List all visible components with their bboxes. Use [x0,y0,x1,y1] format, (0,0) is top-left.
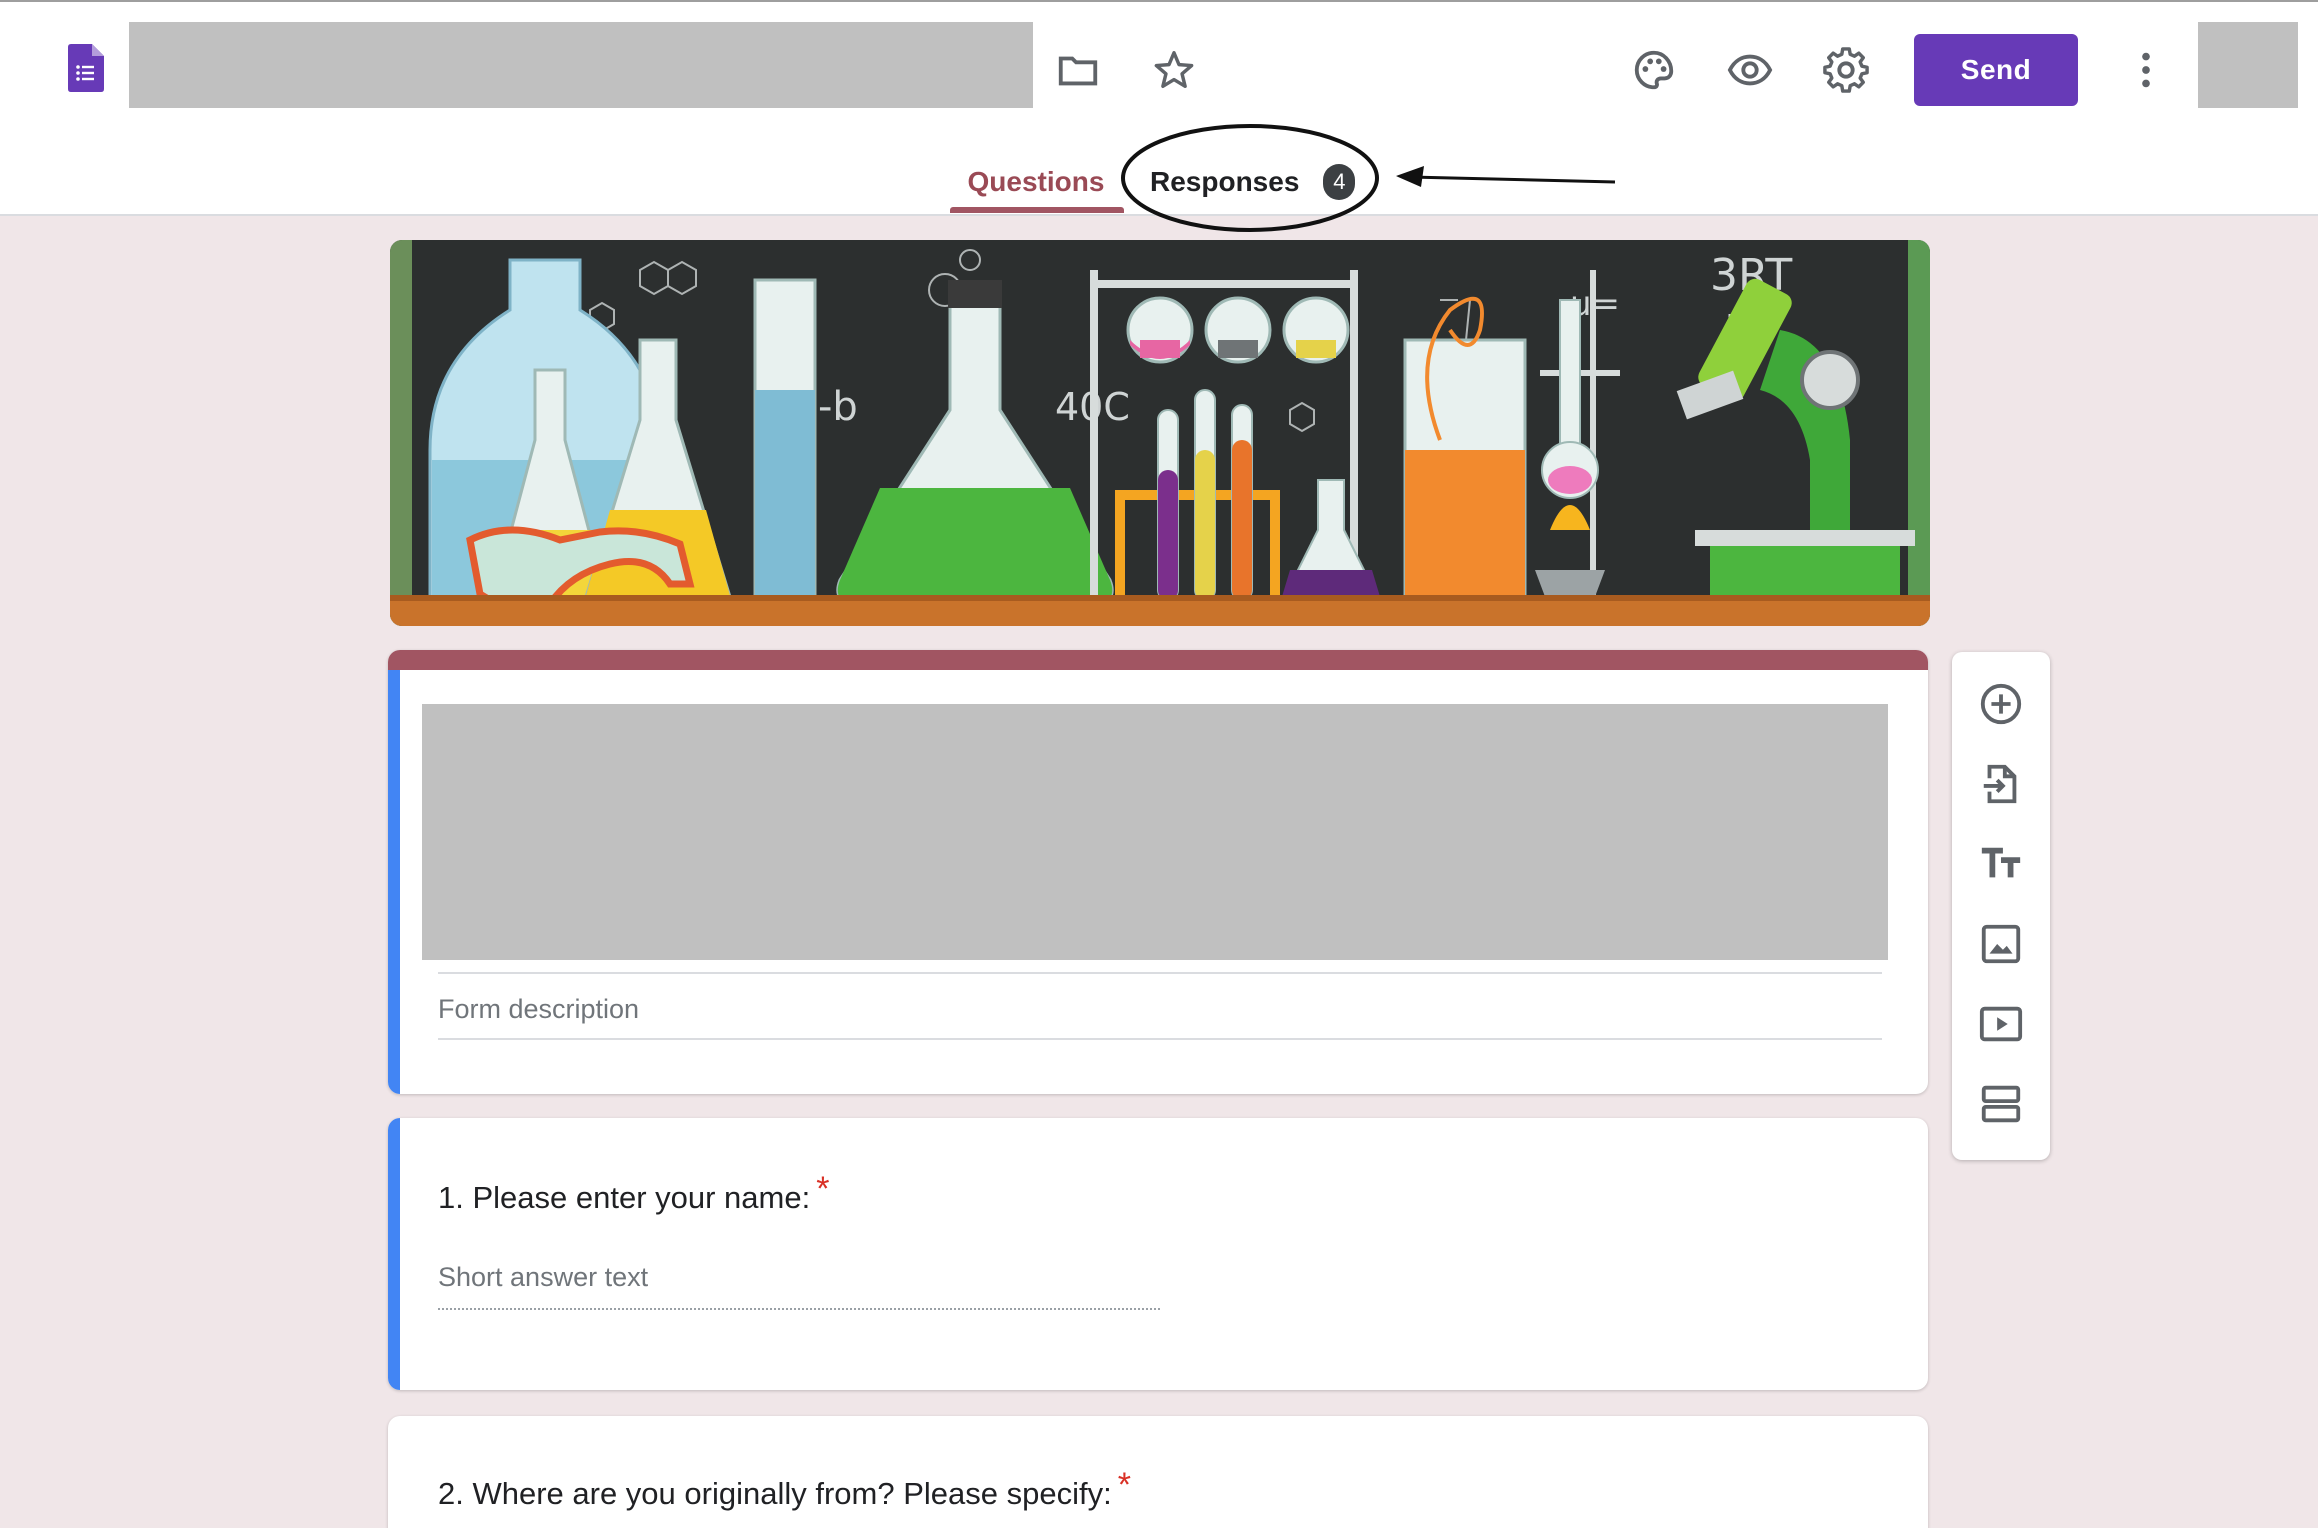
question-1-text: 1. Please enter your name: [438,1180,811,1215]
floating-side-toolbar [1952,652,2050,1160]
short-answer-placeholder: Short answer text [438,1262,649,1292]
account-avatar-redacted[interactable] [2198,22,2298,108]
annotation-arrowhead [1396,166,1424,187]
title-underline [438,972,1882,974]
question-2-title: 2. Where are you originally from? Please… [438,1466,1131,1512]
active-tab-indicator [950,207,1124,213]
question-card-1[interactable]: 1. Please enter your name: * Short answer… [388,1118,1928,1390]
import-questions-icon[interactable] [1977,760,2025,808]
description-underline [438,1038,1882,1040]
active-card-indicator [388,1118,400,1390]
add-section-icon[interactable] [1977,1080,2025,1128]
annotation-arrow-line [1409,175,1616,184]
settings-gear-icon[interactable] [1820,44,1872,96]
preview-eye-icon[interactable] [1724,44,1776,96]
active-card-indicator [388,670,400,1094]
required-asterisk: * [816,1170,830,1208]
star-icon[interactable] [1148,44,1200,96]
more-vert-icon[interactable] [2120,44,2172,96]
chalk-text-b: -b [818,384,858,430]
top-divider [0,0,2318,2]
annotation-highlight [1121,124,1616,232]
form-title-field-redacted[interactable] [422,704,1888,960]
tab-questions[interactable]: Questions [948,152,1124,212]
google-forms-icon[interactable] [68,44,104,92]
question-card-2[interactable]: 2. Where are you originally from? Please… [388,1416,1928,1528]
theme-color-bar [388,650,1928,670]
add-image-icon[interactable] [1977,920,2025,968]
tab-questions-label: Questions [967,166,1105,197]
folder-icon[interactable] [1052,44,1104,96]
add-question-icon[interactable] [1977,680,2025,728]
header-bar: Send Questions Responses 4 [0,0,2318,232]
annotation-ellipse [1121,124,1379,232]
form-title-redacted[interactable] [129,22,1033,108]
form-description-field[interactable]: Form description [438,994,639,1025]
add-title-icon[interactable] [1977,840,2025,888]
send-button[interactable]: Send [1914,34,2078,106]
question-1-title: 1. Please enter your name: * [438,1170,829,1216]
palette-icon[interactable] [1628,44,1680,96]
header-banner-image: -b 40C 3RT M u= [390,240,1930,626]
short-answer-underline [438,1308,1160,1310]
form-title-card[interactable]: Form description [388,650,1928,1094]
required-asterisk: * [1117,1466,1131,1504]
add-video-icon[interactable] [1977,1000,2025,1048]
question-2-text: 2. Where are you originally from? Please… [438,1476,1112,1511]
